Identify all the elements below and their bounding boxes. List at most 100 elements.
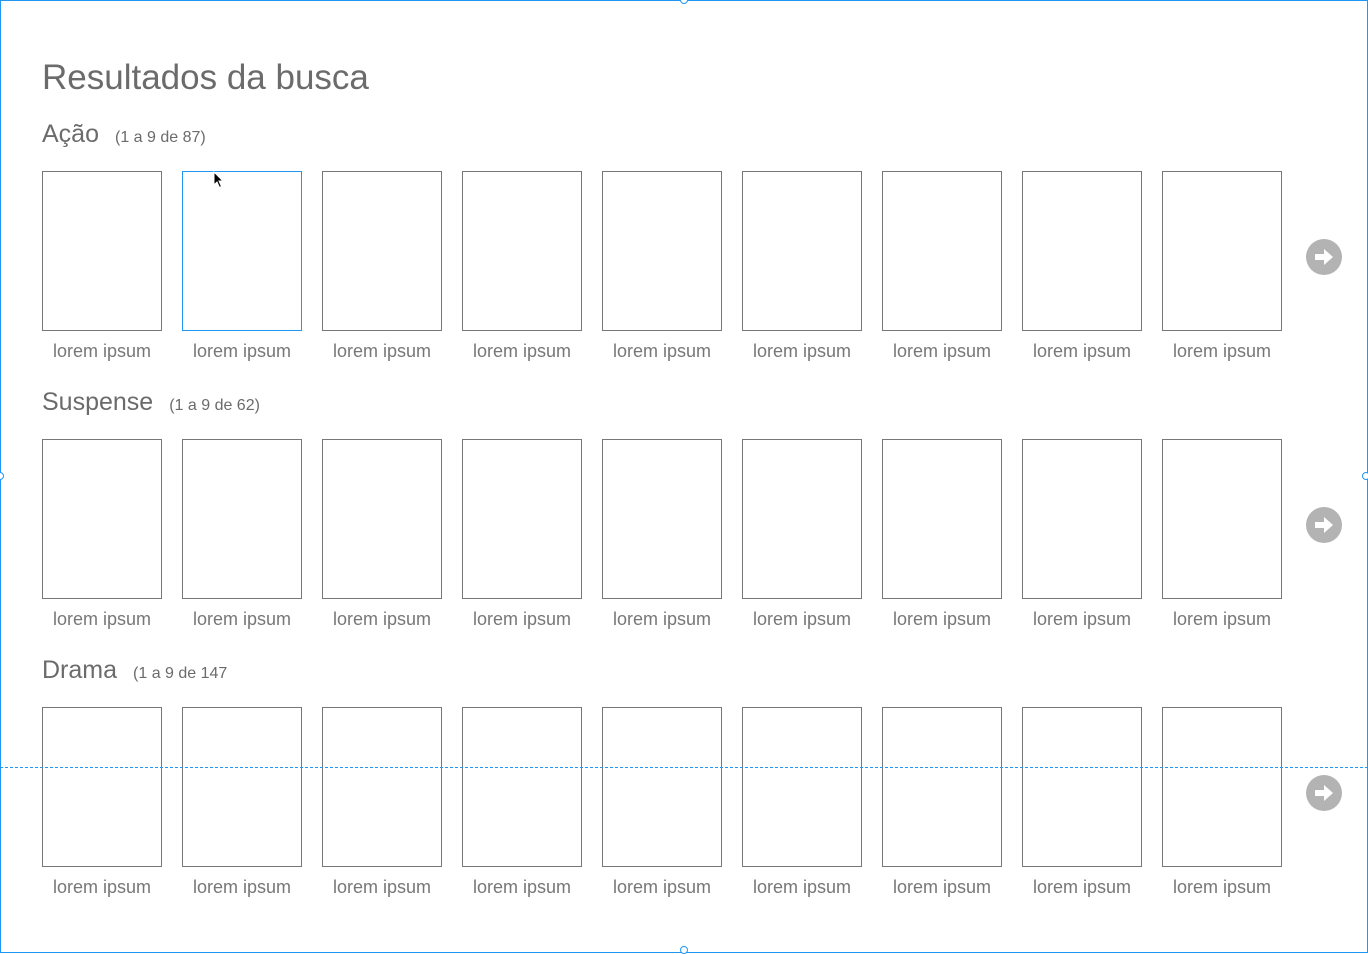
card-caption: lorem ipsum — [332, 341, 432, 361]
result-card[interactable]: lorem ipsum — [1162, 707, 1302, 898]
card-list: lorem ipsum lorem ipsum lorem ipsum lore… — [42, 439, 1302, 630]
section-title: Ação — [42, 120, 99, 148]
result-card[interactable]: lorem ipsum — [462, 439, 602, 630]
card-caption: lorem ipsum — [612, 609, 712, 629]
next-page-button[interactable] — [1306, 239, 1342, 275]
card-thumbnail[interactable] — [1022, 171, 1142, 331]
card-thumbnail[interactable] — [602, 707, 722, 867]
card-caption: lorem ipsum — [192, 341, 292, 361]
result-card[interactable]: lorem ipsum — [42, 171, 182, 362]
result-card[interactable]: lorem ipsum — [1022, 707, 1162, 898]
card-caption: lorem ipsum — [472, 609, 572, 629]
card-caption: lorem ipsum — [612, 341, 712, 361]
card-thumbnail[interactable] — [462, 171, 582, 331]
result-card[interactable]: lorem ipsum — [182, 707, 322, 898]
card-thumbnail[interactable] — [462, 707, 582, 867]
card-caption: lorem ipsum — [1172, 877, 1272, 897]
card-thumbnail[interactable] — [742, 707, 862, 867]
card-thumbnail[interactable] — [182, 439, 302, 599]
section-title: Suspense — [42, 388, 154, 416]
resize-handle-right[interactable] — [1362, 472, 1368, 480]
result-card[interactable]: lorem ipsum — [742, 707, 882, 898]
card-thumbnail[interactable] — [182, 171, 302, 331]
card-thumbnail[interactable] — [182, 707, 302, 867]
arrow-right-circle-icon — [1315, 249, 1333, 265]
result-card[interactable]: lorem ipsum — [462, 707, 602, 898]
result-card[interactable]: lorem ipsum — [1022, 171, 1162, 362]
section-2: Drama (1 a 9 de 147 lorem ipsum lorem ip… — [42, 656, 1342, 897]
card-thumbnail[interactable] — [602, 171, 722, 331]
card-thumbnail[interactable] — [882, 439, 1002, 599]
result-card[interactable]: lorem ipsum — [882, 707, 1022, 898]
result-card[interactable]: lorem ipsum — [1162, 171, 1302, 362]
result-card[interactable]: lorem ipsum — [882, 439, 1022, 630]
result-card[interactable]: lorem ipsum — [322, 707, 462, 898]
next-page-button[interactable] — [1306, 507, 1342, 543]
card-thumbnail[interactable] — [742, 439, 862, 599]
result-card[interactable]: lorem ipsum — [462, 171, 602, 362]
card-thumbnail[interactable] — [462, 439, 582, 599]
result-card[interactable]: lorem ipsum — [742, 439, 882, 630]
card-caption: lorem ipsum — [752, 877, 852, 897]
card-caption: lorem ipsum — [1032, 609, 1132, 629]
card-list: lorem ipsum lorem ipsum lorem ipsum lore… — [42, 171, 1302, 362]
card-caption: lorem ipsum — [472, 341, 572, 361]
card-thumbnail[interactable] — [1162, 439, 1282, 599]
result-card[interactable]: lorem ipsum — [602, 707, 742, 898]
section-title: Drama — [42, 656, 118, 684]
card-caption: lorem ipsum — [752, 609, 852, 629]
card-thumbnail[interactable] — [1022, 707, 1142, 867]
mouse-cursor-icon — [213, 171, 225, 189]
card-thumbnail[interactable] — [322, 707, 442, 867]
result-card[interactable]: lorem ipsum — [1162, 439, 1302, 630]
section-1: Suspense (1 a 9 de 62) lorem ipsum lorem… — [42, 388, 1342, 629]
page-title: Resultados da busca — [42, 58, 369, 97]
section-0: Ação (1 a 9 de 87) lorem ipsum lorem ips… — [42, 120, 1342, 361]
card-caption: lorem ipsum — [52, 341, 152, 361]
card-thumbnail[interactable] — [1162, 707, 1282, 867]
result-card[interactable]: lorem ipsum — [322, 439, 462, 630]
section-header: Drama (1 a 9 de 147 — [42, 656, 1342, 690]
next-page-button[interactable] — [1306, 775, 1342, 811]
result-card[interactable]: lorem ipsum — [882, 171, 1022, 362]
result-card[interactable]: lorem ipsum — [182, 439, 322, 630]
card-thumbnail[interactable] — [882, 171, 1002, 331]
result-card[interactable]: lorem ipsum — [182, 171, 322, 362]
card-thumbnail[interactable] — [882, 707, 1002, 867]
card-caption: lorem ipsum — [1032, 341, 1132, 361]
card-thumbnail[interactable] — [602, 439, 722, 599]
section-count: (1 a 9 de 87) — [114, 129, 206, 146]
card-caption: lorem ipsum — [892, 609, 992, 629]
arrow-right-circle-icon — [1315, 785, 1333, 801]
guide-line — [0, 767, 1368, 768]
card-caption: lorem ipsum — [1172, 341, 1272, 361]
card-caption: lorem ipsum — [192, 609, 292, 629]
card-caption: lorem ipsum — [892, 877, 992, 897]
card-thumbnail[interactable] — [1162, 171, 1282, 331]
card-caption: lorem ipsum — [1032, 877, 1132, 897]
card-thumbnail[interactable] — [322, 171, 442, 331]
arrow-right-circle-icon — [1315, 517, 1333, 533]
result-card[interactable]: lorem ipsum — [742, 171, 882, 362]
section-count: (1 a 9 de 147 — [133, 665, 228, 682]
result-card[interactable]: lorem ipsum — [42, 707, 182, 898]
result-card[interactable]: lorem ipsum — [322, 171, 462, 362]
card-thumbnail[interactable] — [1022, 439, 1142, 599]
card-caption: lorem ipsum — [52, 877, 152, 897]
section-header: Ação (1 a 9 de 87) — [42, 120, 1342, 154]
card-caption: lorem ipsum — [52, 609, 152, 629]
card-thumbnail[interactable] — [42, 439, 162, 599]
card-thumbnail[interactable] — [742, 171, 862, 331]
card-caption: lorem ipsum — [332, 609, 432, 629]
card-thumbnail[interactable] — [322, 439, 442, 599]
card-caption: lorem ipsum — [612, 877, 712, 897]
result-card[interactable]: lorem ipsum — [602, 171, 742, 362]
section-header: Suspense (1 a 9 de 62) — [42, 388, 1342, 422]
card-thumbnail[interactable] — [42, 707, 162, 867]
card-list: lorem ipsum lorem ipsum lorem ipsum lore… — [42, 707, 1302, 898]
result-card[interactable]: lorem ipsum — [602, 439, 742, 630]
result-card[interactable]: lorem ipsum — [1022, 439, 1162, 630]
card-thumbnail[interactable] — [42, 171, 162, 331]
card-caption: lorem ipsum — [752, 341, 852, 361]
result-card[interactable]: lorem ipsum — [42, 439, 182, 630]
